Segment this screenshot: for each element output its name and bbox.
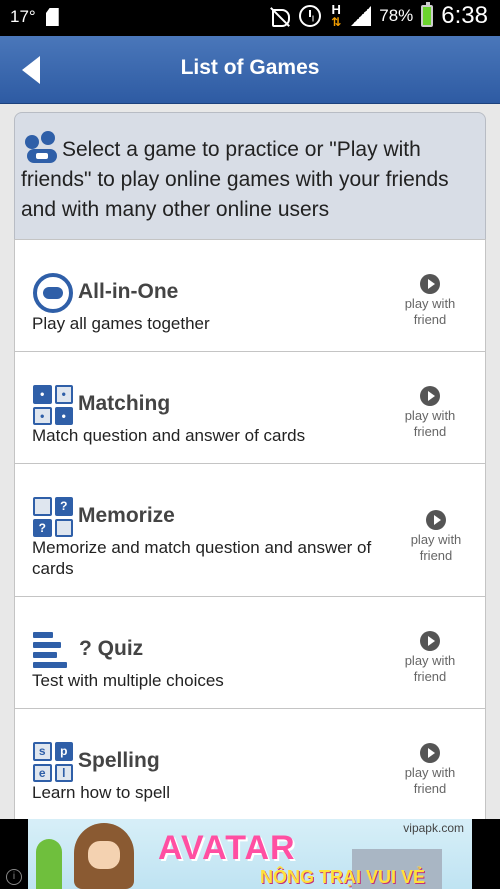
battery-icon (421, 2, 434, 27)
play-icon (420, 743, 440, 763)
play-with-label: play with (404, 653, 456, 668)
status-bar: 17° H ⇅ 78% 6:38 (0, 0, 500, 36)
mute-icon (269, 5, 291, 27)
friend-label: friend (419, 548, 453, 563)
ad-creative[interactable]: AVATAR NÔNG TRẠI VUI VẺ vipapk.com (28, 819, 472, 889)
friend-label: friend (413, 781, 447, 796)
avatar-character-image (74, 823, 134, 889)
gamepad-icon (33, 273, 73, 313)
game-item-spelling[interactable]: sp el Spelling Learn how to spell play w… (14, 708, 486, 819)
page-title: List of Games (180, 56, 320, 79)
play-icon (426, 510, 446, 530)
game-name: ? Quiz (79, 637, 143, 661)
game-description: Test with multiple choices (32, 671, 224, 690)
status-right: H ⇅ 78% 6:38 (269, 2, 488, 30)
play-icon (420, 274, 440, 294)
play-with-friend-button[interactable]: play with friend (405, 510, 467, 564)
ad-site: vipapk.com (403, 821, 464, 835)
players-gamepad-icon (21, 129, 61, 165)
play-icon (420, 631, 440, 651)
data-indicator-icon: H ⇅ (331, 2, 342, 29)
play-with-friend-button[interactable]: play with friend (399, 631, 461, 685)
ad-banner[interactable]: AVATAR NÔNG TRẠI VUI VẺ vipapk.com i (0, 819, 500, 889)
ad-title: AVATAR (158, 829, 296, 867)
play-icon (420, 386, 440, 406)
game-description: Match question and answer of cards (32, 426, 306, 445)
play-with-friend-button[interactable]: play with friend (399, 743, 461, 797)
game-description: Learn how to spell (32, 783, 170, 802)
play-with-label: play with (404, 765, 456, 780)
games-list[interactable]: Select a game to practice or "Play with … (14, 112, 486, 819)
play-with-friend-button[interactable]: play with friend (399, 274, 461, 328)
game-name: Spelling (78, 749, 160, 772)
battery-percent: 78% (379, 6, 414, 25)
play-with-friend-button[interactable]: play with friend (399, 386, 461, 440)
game-name: Matching (78, 392, 171, 415)
spelling-icon: sp el (33, 742, 73, 782)
friend-label: friend (413, 312, 447, 327)
game-name: Memorize (78, 504, 175, 527)
friend-label: friend (413, 424, 447, 439)
quiz-icon (33, 630, 73, 672)
game-item-memorize[interactable]: ? ? Memorize Memorize and match question… (14, 463, 486, 597)
play-with-label: play with (410, 532, 462, 547)
alarm-icon (299, 5, 322, 27)
signal-icon (351, 6, 372, 26)
game-item-all-in-one[interactable]: All-in-One Play all games together play … (14, 239, 486, 352)
intro-panel: Select a game to practice or "Play with … (14, 112, 486, 240)
play-with-label: play with (404, 296, 456, 311)
memorize-cards-icon: ? ? (33, 497, 73, 537)
matching-cards-icon: • • • • (33, 385, 73, 425)
game-description: Memorize and match question and answer o… (32, 538, 372, 578)
intro-text: Select a game to practice or "Play with … (21, 138, 449, 221)
sd-card-icon (45, 8, 59, 26)
game-description: Play all games together (32, 314, 210, 333)
ad-info-icon[interactable]: i (6, 869, 22, 885)
game-name: All-in-One (78, 280, 179, 303)
play-with-label: play with (404, 408, 456, 423)
status-left: 17° (10, 7, 59, 27)
friend-label: friend (413, 669, 447, 684)
tree-graphic (36, 839, 62, 889)
quiz-mark: ? (79, 637, 92, 660)
ad-subtitle: NÔNG TRẠI VUI VẺ (260, 867, 426, 887)
game-item-matching[interactable]: • • • • Matching Match question and answer … (14, 351, 486, 464)
temperature-text: 17° (10, 7, 36, 26)
clock: 6:38 (441, 2, 488, 29)
quiz-label: Quiz (97, 637, 144, 660)
game-item-quiz[interactable]: ? Quiz Test with multiple choices play w… (14, 596, 486, 709)
title-bar: List of Games (0, 36, 500, 104)
